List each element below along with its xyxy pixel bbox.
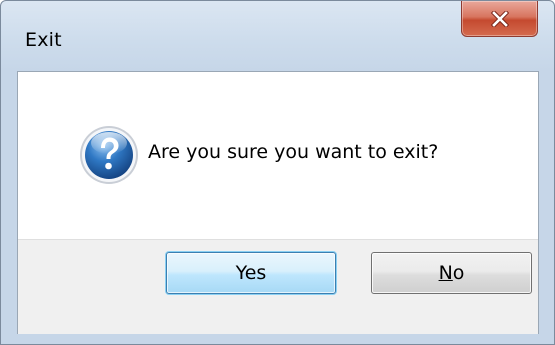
exit-dialog-window: Exit Are you sure you want to exit? Yes … — [0, 0, 555, 345]
no-button-mnemonic: N — [438, 262, 453, 284]
yes-button-label: Yes — [235, 262, 267, 284]
close-button[interactable] — [461, 1, 538, 37]
window-title: Exit — [25, 29, 62, 51]
dialog-client-area: Are you sure you want to exit? — [17, 71, 539, 334]
no-button-label-rest: o — [452, 262, 465, 284]
no-button-label: No — [439, 262, 465, 284]
close-icon — [490, 10, 509, 27]
title-bar[interactable]: Exit — [1, 1, 554, 69]
no-button[interactable]: No — [371, 252, 532, 294]
message-area: Are you sure you want to exit? — [18, 72, 538, 239]
question-icon — [78, 124, 140, 186]
yes-button[interactable]: Yes — [166, 252, 336, 294]
confirmation-message: Are you sure you want to exit? — [148, 141, 439, 163]
